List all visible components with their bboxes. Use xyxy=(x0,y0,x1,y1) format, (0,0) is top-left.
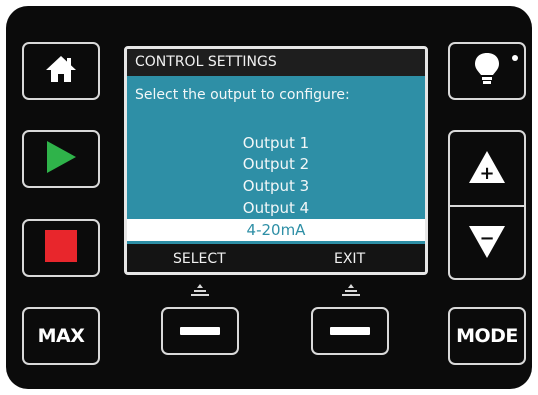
screen-prompt: Select the output to configure: xyxy=(135,87,350,103)
softkey-exit-label: EXIT xyxy=(334,251,366,267)
home-button[interactable] xyxy=(22,42,100,100)
stop-icon xyxy=(45,230,77,266)
option-output-3[interactable]: Output 3 xyxy=(127,175,425,197)
start-button[interactable] xyxy=(22,130,100,188)
softkey-bar: SELECT EXIT xyxy=(127,244,425,272)
softkey-left-indicator xyxy=(189,283,211,303)
mode-label: MODE xyxy=(456,325,518,347)
softkey-exit-button[interactable] xyxy=(311,307,389,355)
option-4-20ma-selected[interactable]: 4-20mA xyxy=(127,219,425,241)
softkey-select-label: SELECT xyxy=(173,251,226,267)
option-output-4[interactable]: Output 4 xyxy=(127,197,425,219)
stop-button[interactable] xyxy=(22,219,100,277)
lcd-screen: CONTROL SETTINGS Select the output to co… xyxy=(124,46,428,275)
dash-icon xyxy=(180,327,220,335)
down-minus-label: − xyxy=(479,228,494,249)
indicator-led xyxy=(512,55,518,61)
screen-title: CONTROL SETTINGS xyxy=(127,49,425,76)
down-arrow-icon: − xyxy=(467,224,507,264)
up-button[interactable]: + xyxy=(450,132,524,205)
up-plus-label: + xyxy=(479,163,494,184)
down-button[interactable]: − xyxy=(450,207,524,280)
up-down-rocker: + − xyxy=(448,130,526,280)
softkey-select-button[interactable] xyxy=(161,307,239,355)
up-arrow-icon: + xyxy=(467,149,507,189)
max-button[interactable]: MAX xyxy=(22,307,100,365)
lightbulb-icon xyxy=(474,52,500,90)
light-button[interactable] xyxy=(448,42,526,100)
softkey-right-indicator xyxy=(340,283,362,303)
mode-button[interactable]: MODE xyxy=(448,307,526,365)
screen-body: Select the output to configure: Output 1… xyxy=(127,76,425,244)
option-output-1[interactable]: Output 1 xyxy=(127,132,425,154)
home-icon xyxy=(44,54,78,88)
dash-icon xyxy=(330,327,370,335)
play-icon xyxy=(44,139,78,179)
max-label: MAX xyxy=(37,325,85,347)
option-output-2[interactable]: Output 2 xyxy=(127,153,425,175)
